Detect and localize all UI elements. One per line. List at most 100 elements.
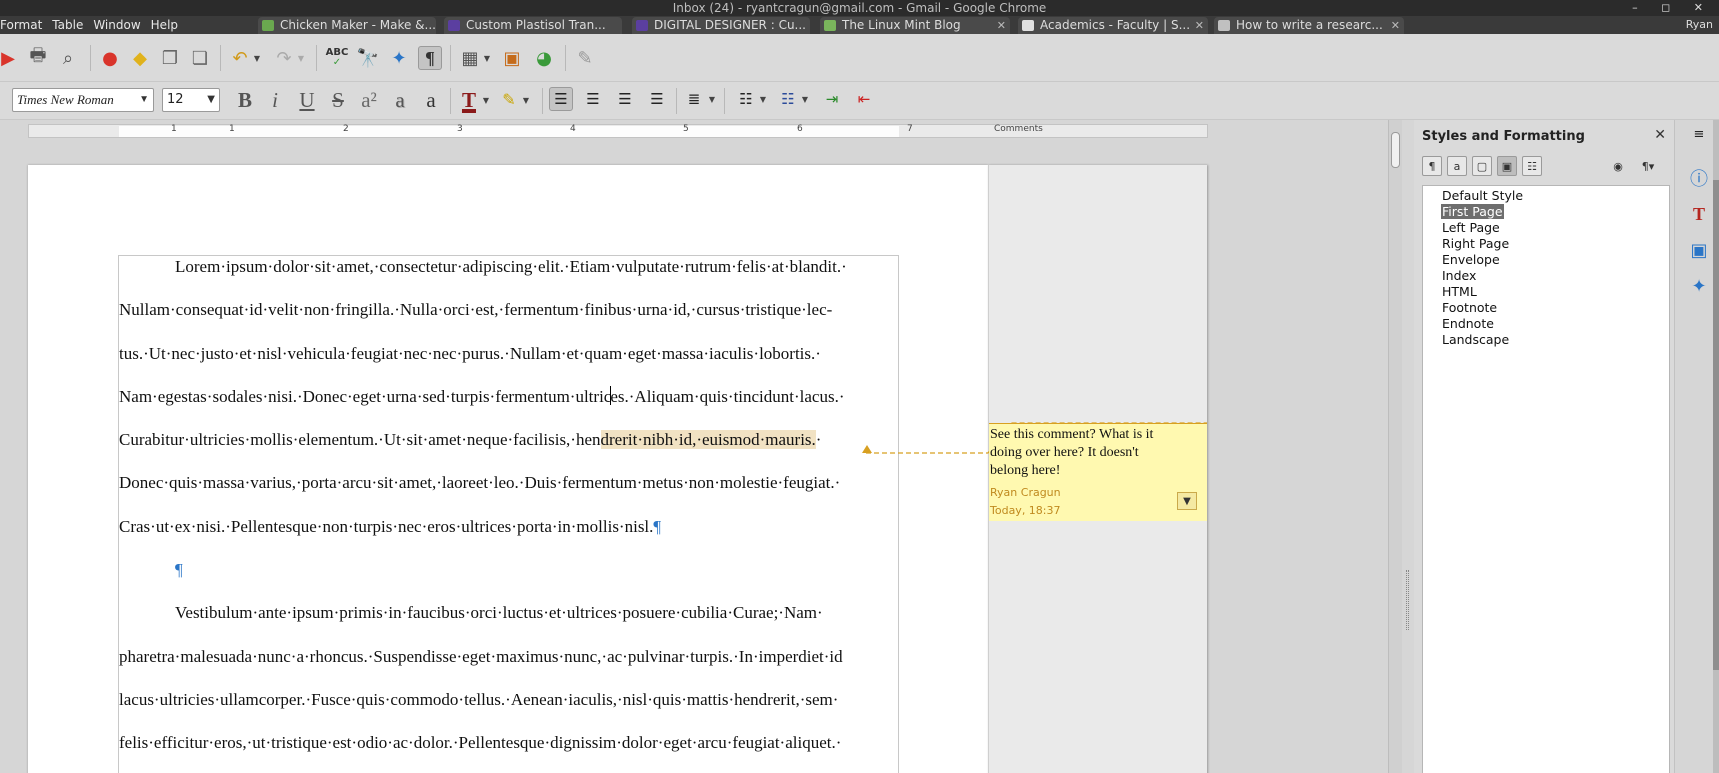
- browser-tab[interactable]: Academics - Faculty | S... ✕: [1018, 17, 1208, 34]
- outline-button[interactable]: a: [418, 87, 444, 113]
- gallery-icon[interactable]: ▣: [1687, 238, 1711, 262]
- vertical-scrollbar[interactable]: [1388, 120, 1402, 773]
- close-tab-icon[interactable]: ✕: [1391, 17, 1400, 34]
- deck-scrollbar-thumb[interactable]: [1713, 180, 1719, 670]
- style-item[interactable]: Landscape: [1441, 332, 1510, 347]
- copy-icon[interactable]: ◆: [128, 46, 152, 70]
- ruler-number: 7: [907, 124, 913, 134]
- style-item[interactable]: Endnote: [1441, 316, 1495, 331]
- bullets-icon[interactable]: ☷: [734, 87, 758, 111]
- style-item[interactable]: Default Style: [1441, 188, 1524, 203]
- shadow-button[interactable]: a: [387, 87, 413, 113]
- ruler-number: 4: [570, 124, 576, 134]
- navigator-deck-icon[interactable]: ✦: [1687, 274, 1711, 298]
- line-spacing-dropdown-icon[interactable]: ▼: [708, 87, 716, 111]
- cut-icon[interactable]: ●: [98, 46, 122, 70]
- insert-table-icon[interactable]: ▦: [458, 46, 482, 70]
- align-left-icon[interactable]: ☰: [549, 87, 573, 111]
- splitter-grip[interactable]: [1406, 570, 1409, 630]
- style-item-selected[interactable]: First Page: [1441, 204, 1504, 219]
- print-icon[interactable]: 🖶: [26, 45, 50, 70]
- list-styles-icon[interactable]: ☷: [1522, 156, 1542, 176]
- numbering-icon[interactable]: ☷: [776, 87, 800, 111]
- insert-table-dropdown-icon[interactable]: ▼: [483, 46, 491, 70]
- scrollbar-thumb[interactable]: [1391, 132, 1400, 168]
- highlight-color-icon[interactable]: ✎: [496, 87, 522, 113]
- styles-deck-icon[interactable]: T: [1687, 202, 1711, 226]
- print-preview-icon[interactable]: ⌕: [56, 46, 80, 70]
- chevron-down-icon[interactable]: ▼: [139, 89, 149, 111]
- formatting-marks-icon[interactable]: ¶: [418, 46, 442, 70]
- align-right-icon[interactable]: ☰: [613, 87, 637, 111]
- fill-format-icon[interactable]: ◉: [1608, 156, 1628, 176]
- decrease-indent-icon[interactable]: ⇤: [852, 87, 876, 111]
- highlight-dropdown-icon[interactable]: ▼: [522, 88, 530, 112]
- chevron-down-icon[interactable]: ▼: [207, 89, 215, 111]
- comment-text[interactable]: See this comment? What is it doing over …: [990, 426, 1180, 480]
- insert-image-icon[interactable]: ▣: [500, 46, 524, 70]
- bold-button[interactable]: B: [232, 87, 258, 113]
- deck-scrollbar[interactable]: [1713, 120, 1719, 773]
- comment-menu-button[interactable]: ▼: [1177, 492, 1197, 510]
- close-tab-icon[interactable]: ✕: [997, 17, 1006, 34]
- style-item[interactable]: Index: [1441, 268, 1477, 283]
- paste-icon[interactable]: ❐: [158, 46, 182, 70]
- style-item[interactable]: Footnote: [1441, 300, 1498, 315]
- browser-tab[interactable]: The Linux Mint Blog ✕: [820, 17, 1010, 34]
- font-size-box[interactable]: 12 ▼: [162, 88, 220, 112]
- browser-tab[interactable]: Chicken Maker - Make &...: [258, 17, 436, 34]
- commented-text-highlight[interactable]: drerit·nibh·id,·euismod·mauris.: [600, 430, 816, 450]
- menu-window[interactable]: Window: [93, 18, 140, 32]
- insert-chart-icon[interactable]: ◕: [532, 46, 556, 70]
- show-draw-functions-icon[interactable]: ✎: [573, 46, 597, 70]
- browser-tab[interactable]: DIGITAL DESIGNER : Cu...: [632, 17, 810, 34]
- numbering-dropdown-icon[interactable]: ▼: [801, 87, 809, 111]
- redo-dropdown-icon[interactable]: ▼: [297, 46, 305, 70]
- window-controls[interactable]: – ◻ ✕: [1632, 0, 1713, 16]
- comment-box[interactable]: See this comment? What is it doing over …: [989, 423, 1207, 521]
- export-pdf-icon[interactable]: ▶: [0, 46, 20, 70]
- style-item[interactable]: Envelope: [1441, 252, 1501, 267]
- close-tab-icon[interactable]: ✕: [1195, 17, 1204, 34]
- find-replace-icon[interactable]: 🔭: [356, 46, 380, 70]
- sidebar-splitter[interactable]: [1402, 120, 1414, 773]
- page-styles-icon[interactable]: ▣: [1497, 156, 1517, 176]
- bullets-dropdown-icon[interactable]: ▼: [759, 87, 767, 111]
- underline-button[interactable]: U: [294, 87, 320, 113]
- close-icon[interactable]: ✕: [1654, 127, 1666, 143]
- sidebar-menu-icon[interactable]: ≡: [1687, 122, 1711, 146]
- browser-tab[interactable]: How to write a researc... ✕: [1214, 17, 1404, 34]
- undo-dropdown-icon[interactable]: ▼: [253, 46, 261, 70]
- style-item[interactable]: Right Page: [1441, 236, 1510, 251]
- italic-button[interactable]: i: [262, 87, 288, 113]
- menu-format[interactable]: Format: [0, 18, 42, 32]
- increase-indent-icon[interactable]: ⇥: [820, 87, 844, 111]
- strikethrough-button[interactable]: S: [325, 87, 351, 113]
- browser-tab[interactable]: Custom Plastisol Tran...: [444, 17, 622, 34]
- style-list[interactable]: Default Style First Page Left Page Right…: [1422, 185, 1670, 773]
- undo-icon[interactable]: ↶: [228, 46, 252, 70]
- character-styles-icon[interactable]: a: [1447, 156, 1467, 176]
- style-item[interactable]: HTML: [1441, 284, 1478, 299]
- line-spacing-icon[interactable]: ≣: [682, 87, 706, 111]
- align-center-icon[interactable]: ☰: [581, 87, 605, 111]
- navigator-icon[interactable]: ✦: [387, 46, 411, 70]
- font-name-box[interactable]: Times New Roman ▼: [12, 88, 154, 112]
- paragraph-styles-icon[interactable]: ¶: [1422, 156, 1442, 176]
- menu-help[interactable]: Help: [151, 18, 178, 32]
- font-color-icon[interactable]: T: [456, 87, 482, 113]
- frame-styles-icon[interactable]: ▢: [1472, 156, 1492, 176]
- browser-profile[interactable]: Ryan: [1686, 16, 1713, 34]
- properties-icon[interactable]: ⓘ: [1687, 166, 1711, 190]
- justify-icon[interactable]: ☰: [645, 87, 669, 111]
- paragraph[interactable]: Lorem·ipsum·dolor·sit·amet,·consectetur·…: [119, 245, 901, 765]
- spellcheck-icon[interactable]: ABC ✓: [325, 46, 349, 70]
- horizontal-ruler[interactable]: 1 1 2 3 4 5 6 7 Comments: [28, 124, 1208, 138]
- redo-icon[interactable]: ↷: [272, 46, 296, 70]
- style-item[interactable]: Left Page: [1441, 220, 1501, 235]
- clone-formatting-icon[interactable]: ❏: [188, 46, 212, 70]
- font-color-dropdown-icon[interactable]: ▼: [482, 88, 490, 112]
- menu-table[interactable]: Table: [52, 18, 83, 32]
- superscript-button[interactable]: a²: [356, 87, 382, 113]
- new-style-icon[interactable]: ¶▾: [1634, 156, 1662, 176]
